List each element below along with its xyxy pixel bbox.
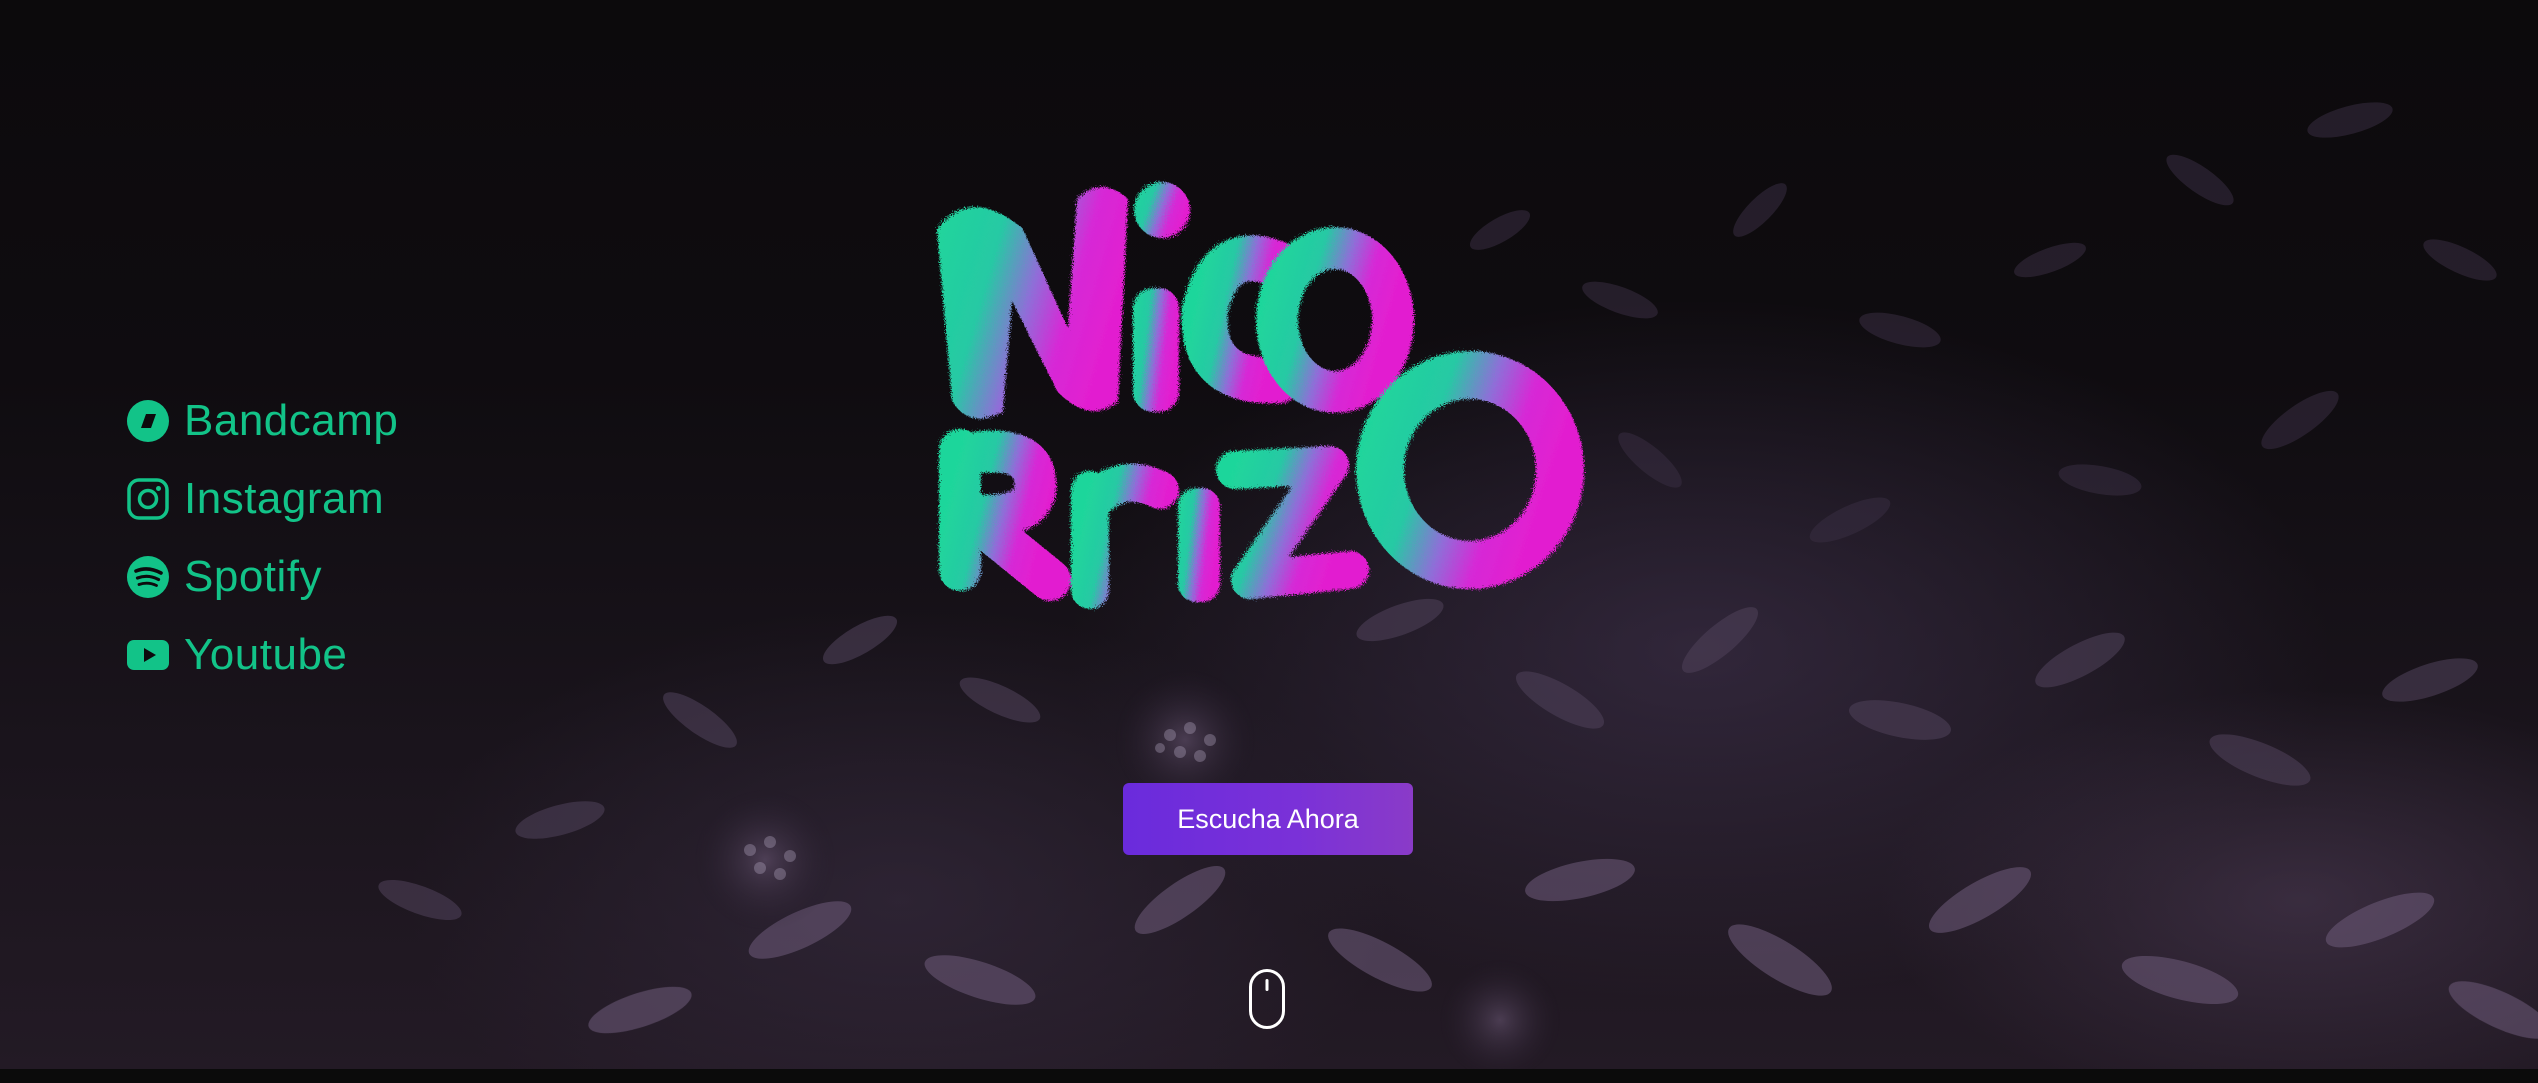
spotify-icon (127, 556, 169, 598)
social-link-label: Bandcamp (184, 396, 399, 445)
social-link-youtube[interactable]: Youtube (126, 616, 398, 694)
bandcamp-icon (127, 400, 169, 442)
social-link-label: Spotify (184, 552, 323, 601)
bottom-bar (0, 1069, 2538, 1083)
social-link-bandcamp[interactable]: Bandcamp (126, 382, 398, 460)
listen-now-button[interactable]: Escucha Ahora (1123, 783, 1413, 855)
social-link-label: Youtube (184, 630, 348, 679)
youtube-icon (127, 640, 169, 670)
instagram-icon (127, 478, 169, 520)
social-link-instagram[interactable]: Instagram (126, 460, 398, 538)
brand-logo (937, 182, 1584, 609)
social-link-label: Instagram (184, 474, 385, 523)
social-link-spotify[interactable]: Spotify (126, 538, 398, 616)
mouse-scroll-icon[interactable] (1248, 968, 1286, 1030)
social-links: Bandcamp Instagram Spotify Youtube (126, 382, 398, 694)
